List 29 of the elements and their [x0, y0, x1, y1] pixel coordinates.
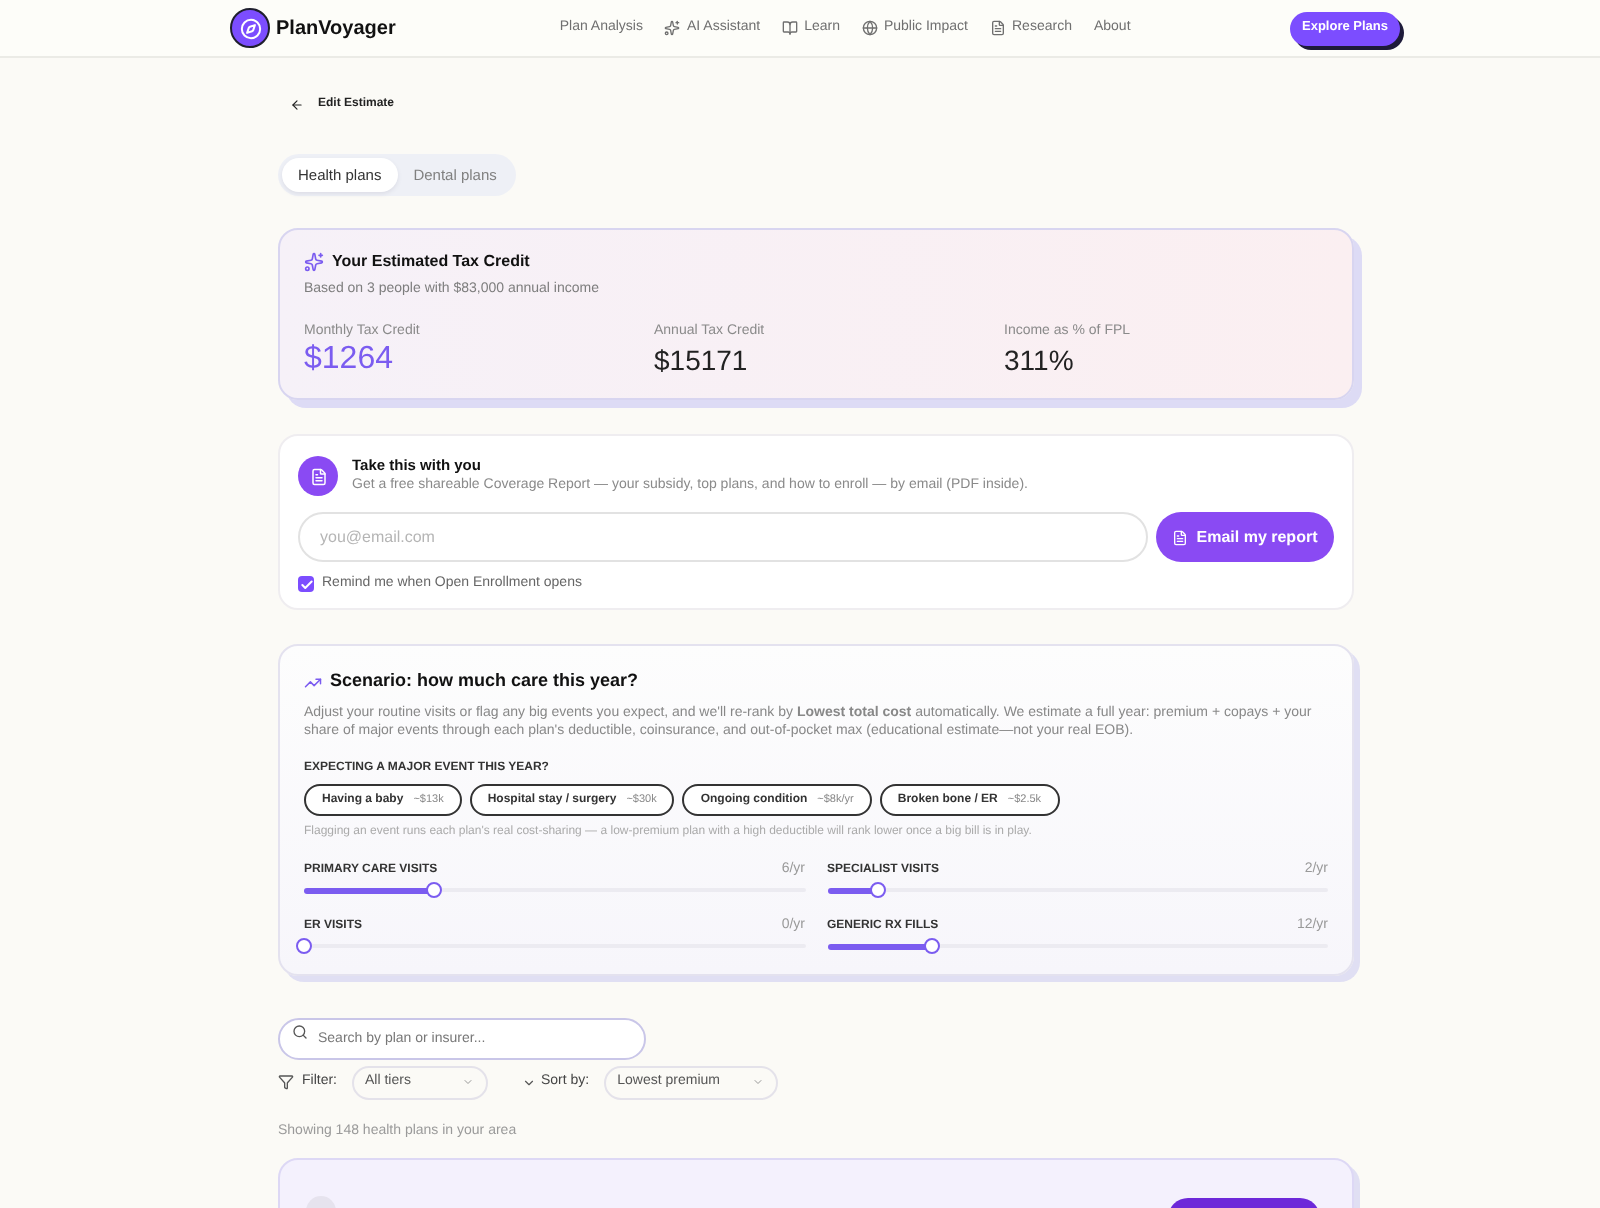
- sparkle-icon: [664, 20, 681, 36]
- document-icon: [990, 20, 1006, 36]
- email-input[interactable]: you@email.com: [298, 512, 1148, 562]
- globe-icon: [861, 20, 878, 36]
- search-icon: [292, 1023, 308, 1039]
- slider-thumb[interactable]: [869, 882, 886, 898]
- chevron-down-icon: [751, 1076, 764, 1088]
- trend-up-icon: [304, 673, 322, 691]
- document-icon: [1172, 529, 1189, 545]
- stat-value: $15171: [654, 342, 748, 378]
- scenario-title: Scenario: how much care this year?: [330, 668, 639, 695]
- chevron-down-icon: [521, 1075, 535, 1089]
- stat-value: $1264: [304, 342, 393, 378]
- checkbox[interactable]: [298, 576, 314, 592]
- book-icon: [782, 20, 799, 36]
- slider-thumb[interactable]: [426, 882, 443, 898]
- email-report-button[interactable]: Email my report: [1156, 512, 1334, 562]
- slider-thumb[interactable]: [296, 938, 312, 954]
- brand-name[interactable]: PlanVoyager: [276, 13, 396, 43]
- slider-thumb[interactable]: [924, 938, 941, 954]
- back-arrow-icon: [290, 97, 304, 111]
- stat-value: 311%: [1004, 342, 1074, 378]
- check-icon: [299, 577, 313, 591]
- sparkle-icon: [304, 252, 324, 272]
- document-icon: [298, 456, 338, 496]
- logo-icon[interactable]: [230, 8, 270, 48]
- filter-icon: [278, 1074, 294, 1090]
- card-title: Your Estimated Tax Credit: [332, 250, 530, 274]
- chevron-down-icon: [461, 1076, 473, 1088]
